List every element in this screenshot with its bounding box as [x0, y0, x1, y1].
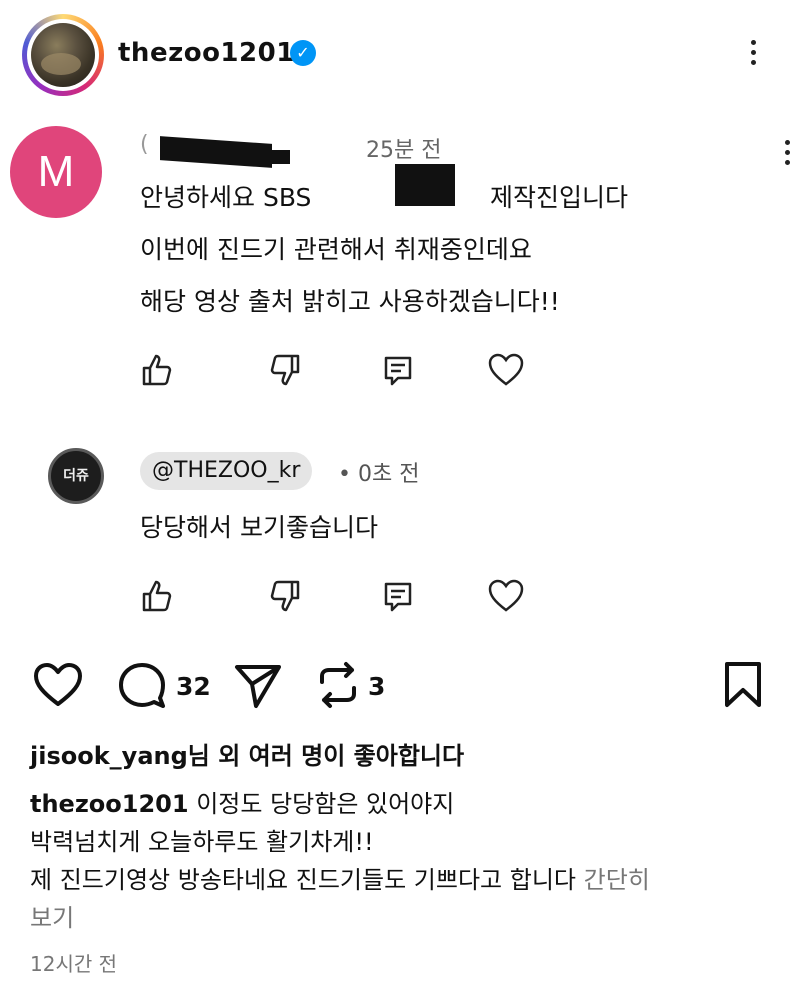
redacted-username-part — [230, 150, 290, 164]
verified-badge-icon: ✓ — [290, 40, 316, 66]
collapse-link-2[interactable]: 보기 — [30, 898, 74, 933]
like-heart-icon[interactable] — [32, 660, 84, 710]
reposts-count: 3 — [368, 672, 386, 701]
thumbs-down-icon[interactable] — [264, 350, 304, 390]
reply-heart-icon[interactable] — [486, 576, 526, 616]
comments-count: 32 — [176, 672, 211, 701]
reply-reply-icon[interactable] — [378, 576, 418, 616]
caption-text-3: 제 진드기영상 방송타네요 진드기들도 기쁘다고 합니다 — [30, 866, 584, 894]
mention-chip[interactable]: @THEZOO_kr — [140, 452, 313, 490]
redacted-program-name — [395, 164, 455, 206]
reply-thumbs-up-icon[interactable] — [138, 576, 178, 616]
header-username[interactable]: thezoo1201 — [118, 38, 295, 68]
likes-user[interactable]: jisook_yang — [30, 742, 188, 770]
more-options-icon[interactable] — [748, 40, 758, 65]
caption-line-1: thezoo1201 이정도 당당함은 있어야지 — [30, 784, 454, 819]
reply-text: 당당해서 보기좋습니다 — [140, 513, 378, 542]
comment-more-icon[interactable] — [782, 140, 792, 165]
comment-meta: ( — [140, 132, 149, 157]
comment-line-3: 해당 영상 출처 밝히고 사용하겠습니다!! — [140, 287, 560, 316]
repost-icon[interactable] — [312, 660, 364, 710]
caption-text-1: 이정도 당당함은 있어야지 — [188, 790, 455, 818]
comment-bubble-icon[interactable] — [116, 660, 168, 710]
reply-avatar[interactable]: 더쥬 — [48, 448, 104, 504]
likes-suffix: 님 외 여러 명이 좋아합니다 — [187, 742, 465, 770]
comment-line-2: 이번에 진드기 관련해서 취재중인데요 — [140, 235, 532, 264]
commenter-avatar[interactable]: M — [10, 126, 102, 218]
profile-avatar[interactable] — [22, 14, 104, 96]
caption-line-2: 박력넘치게 오늘하루도 활기차게!! — [30, 828, 374, 856]
reply-thumbs-down-icon[interactable] — [264, 576, 304, 616]
caption-username[interactable]: thezoo1201 — [30, 790, 189, 818]
post-timestamp: 12시간 전 — [30, 952, 118, 976]
comment-line-1: 안녕하세요 SBS — [140, 183, 312, 212]
share-send-icon[interactable] — [232, 660, 284, 710]
likes-summary[interactable]: jisook_yang님 외 여러 명이 좋아합니다 — [30, 736, 464, 771]
comment-time: 25분 전 — [366, 138, 442, 163]
bookmark-icon[interactable] — [722, 660, 764, 710]
comment-line-1b: 제작진입니다 — [490, 183, 629, 212]
thumbs-up-icon[interactable] — [138, 350, 178, 390]
heart-icon[interactable] — [486, 350, 526, 390]
reply-time: • 0초 전 — [338, 462, 420, 487]
caption-line-3: 제 진드기영상 방송타네요 진드기들도 기쁘다고 합니다 간단히 — [30, 860, 650, 895]
avatar-photo — [31, 23, 95, 87]
collapse-link[interactable]: 간단히 — [584, 866, 650, 894]
reply-icon[interactable] — [378, 350, 418, 390]
